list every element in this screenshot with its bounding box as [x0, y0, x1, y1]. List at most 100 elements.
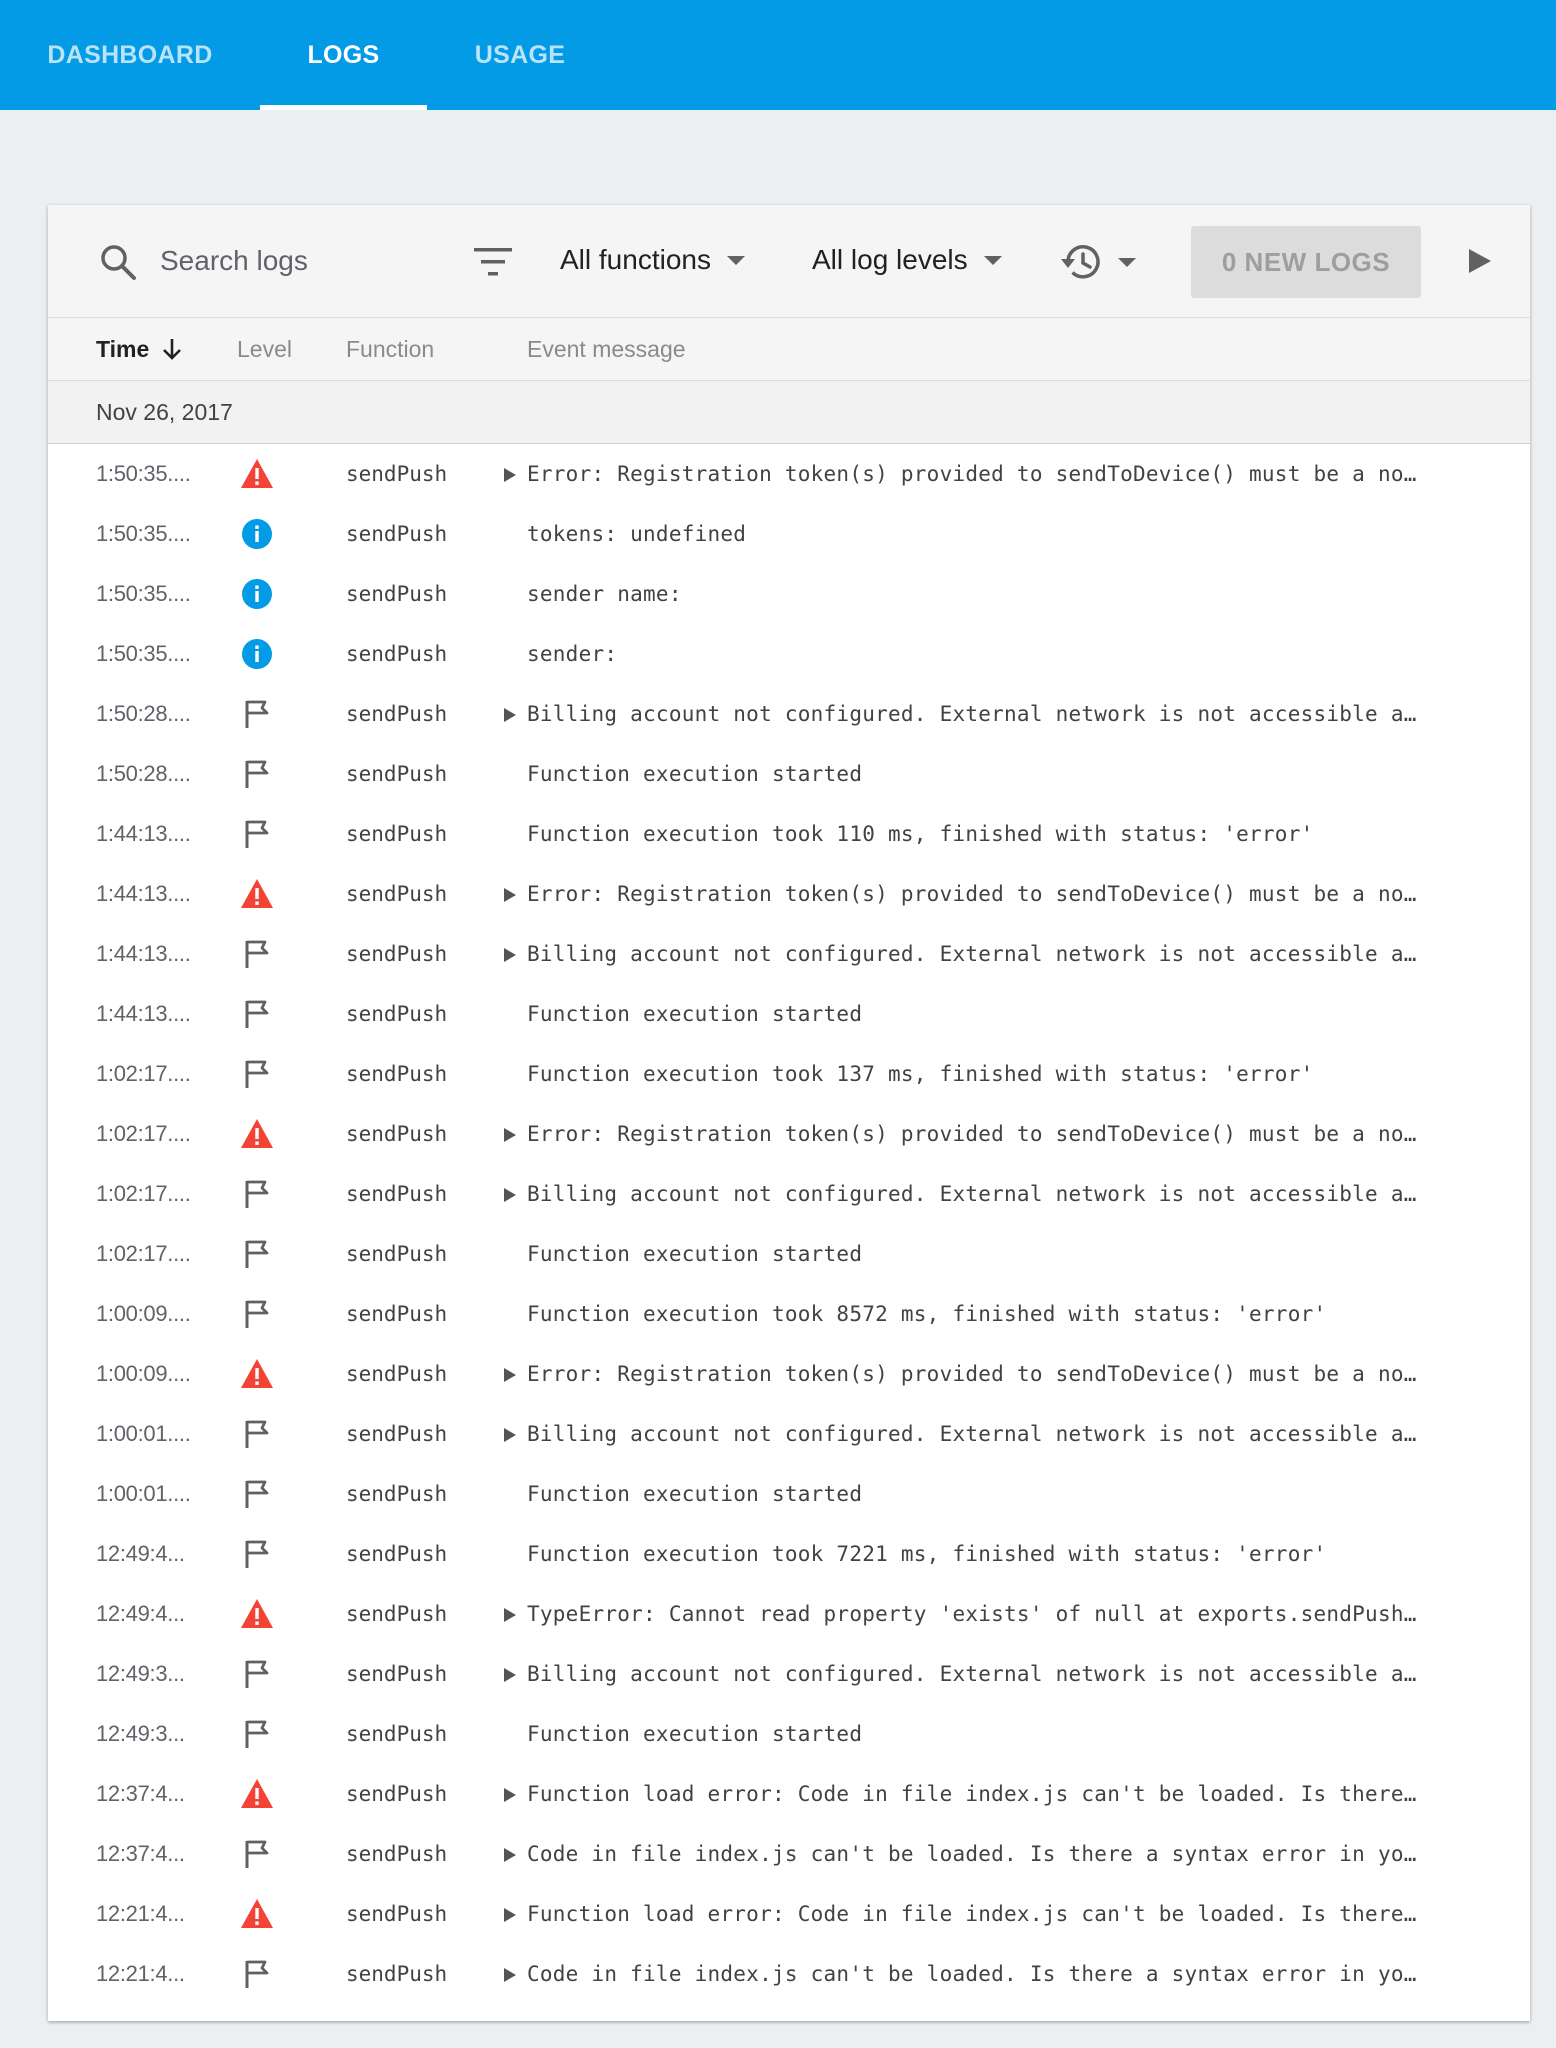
log-message: Function execution started: [527, 1242, 863, 1266]
log-message: Function execution started: [527, 1002, 863, 1026]
log-row[interactable]: 1:44:13.... sendPush Error: Registration t…: [48, 864, 1530, 924]
log-row[interactable]: 12:49:3... sendPush Billing account not co…: [48, 1644, 1530, 1704]
log-row[interactable]: 1:50:35.... sendPush Error: Registration t…: [48, 444, 1530, 504]
flag-icon: [240, 1177, 274, 1211]
log-function: sendPush: [346, 1962, 448, 1986]
flag-icon: [240, 1657, 274, 1691]
log-row[interactable]: 1:02:17.... sendPush Function execution st…: [48, 1224, 1530, 1284]
log-row[interactable]: 1:44:13.... sendPush Billing account not c…: [48, 924, 1530, 984]
log-levels-dropdown[interactable]: All log levels: [812, 235, 1002, 285]
log-message: Function execution took 110 ms, finished…: [527, 822, 1314, 846]
log-message: Code in file index.js can't be loaded. I…: [527, 1962, 1417, 1986]
log-row[interactable]: 12:49:4... sendPush Function execution too…: [48, 1524, 1530, 1584]
log-row[interactable]: 12:21:4... sendPush Code in file index.js …: [48, 1944, 1530, 2004]
time-column-header[interactable]: Time: [96, 318, 185, 380]
time-range-dropdown[interactable]: [1060, 237, 1136, 287]
expand-triangle-icon[interactable]: [504, 1788, 516, 1802]
log-time: 12:37:4...: [96, 1841, 185, 1866]
expand-triangle-icon[interactable]: [504, 1128, 516, 1142]
history-icon: [1061, 245, 1100, 279]
log-message: Billing account not configured. External…: [527, 1182, 1417, 1206]
log-row[interactable]: 1:02:17.... sendPush Billing account not c…: [48, 1164, 1530, 1224]
log-time: 1:50:28....: [96, 761, 191, 786]
log-message: Billing account not configured. External…: [527, 1422, 1417, 1446]
info-circle-icon: [240, 517, 274, 551]
expand-triangle-icon[interactable]: [504, 708, 516, 722]
log-row[interactable]: 1:00:09.... sendPush Error: Registration t…: [48, 1344, 1530, 1404]
warning-triangle-icon: [240, 1897, 274, 1931]
log-function: sendPush: [346, 1122, 448, 1146]
search-icon[interactable]: [98, 242, 138, 282]
log-time: 1:44:13....: [96, 1001, 191, 1026]
log-row[interactable]: 1:00:01.... sendPush Billing account not c…: [48, 1404, 1530, 1464]
log-row[interactable]: 1:50:28.... sendPush Billing account not c…: [48, 684, 1530, 744]
expand-triangle-icon[interactable]: [504, 948, 516, 962]
expand-triangle-icon[interactable]: [504, 1188, 516, 1202]
functions-dropdown[interactable]: All functions: [560, 235, 745, 285]
logs-card: All functions All log levels 0 NEW LOGS …: [48, 205, 1530, 2021]
level-column-header: Level: [237, 318, 292, 380]
search-input[interactable]: [158, 239, 462, 283]
log-row[interactable]: 1:00:09.... sendPush Function execution to…: [48, 1284, 1530, 1344]
active-tab-indicator: [260, 105, 427, 110]
log-row[interactable]: 1:44:13.... sendPush Function execution st…: [48, 984, 1530, 1044]
log-row[interactable]: 1:02:17.... sendPush Error: Registration t…: [48, 1104, 1530, 1164]
expand-triangle-icon[interactable]: [504, 1608, 516, 1622]
filter-icon[interactable]: [472, 245, 514, 279]
log-row[interactable]: 1:50:28.... sendPush Function execution st…: [48, 744, 1530, 804]
warning-triangle-icon: [240, 457, 274, 491]
log-row[interactable]: 12:37:4... sendPush Function load error: C…: [48, 1764, 1530, 1824]
expand-triangle-icon[interactable]: [504, 888, 516, 902]
expand-triangle-icon[interactable]: [504, 1368, 516, 1382]
log-message: Function execution started: [527, 762, 863, 786]
flag-icon: [240, 1957, 274, 1991]
functions-dropdown-label: All functions: [560, 244, 711, 275]
tab-dashboard[interactable]: DASHBOARD: [30, 0, 230, 110]
log-function: sendPush: [346, 1842, 448, 1866]
log-message: Error: Registration token(s) provided to…: [527, 1122, 1417, 1146]
log-row[interactable]: 12:21:4... sendPush Function load error: C…: [48, 1884, 1530, 1944]
warning-triangle-icon: [240, 877, 274, 911]
log-function: sendPush: [346, 822, 448, 846]
flag-icon: [240, 1297, 274, 1331]
tab-usage[interactable]: USAGE: [455, 0, 585, 110]
log-time: 1:44:13....: [96, 941, 191, 966]
function-column-header: Function: [346, 318, 434, 380]
log-row[interactable]: 1:50:35.... sendPush tokens: undefined: [48, 504, 1530, 564]
arrow-down-icon: [163, 339, 182, 360]
warning-triangle-icon: [240, 1117, 274, 1151]
expand-triangle-icon[interactable]: [504, 1428, 516, 1442]
log-row[interactable]: 1:00:01.... sendPush Function execution st…: [48, 1464, 1530, 1524]
log-row[interactable]: 12:49:4... sendPush TypeError: Cannot read…: [48, 1584, 1530, 1644]
tab-logs[interactable]: LOGS: [260, 0, 427, 110]
expand-triangle-icon[interactable]: [504, 1968, 516, 1982]
info-circle-icon: [240, 577, 274, 611]
expand-triangle-icon[interactable]: [504, 1908, 516, 1922]
level-header-label: Level: [237, 335, 292, 362]
expand-triangle-icon[interactable]: [504, 1668, 516, 1682]
log-message: Function execution took 137 ms, finished…: [527, 1062, 1314, 1086]
expand-triangle-icon[interactable]: [504, 468, 516, 482]
log-time: 1:44:13....: [96, 821, 191, 846]
log-row[interactable]: 12:49:3... sendPush Function execution sta…: [48, 1704, 1530, 1764]
log-row[interactable]: 1:44:13.... sendPush Function execution to…: [48, 804, 1530, 864]
log-time: 1:50:28....: [96, 701, 191, 726]
log-row[interactable]: 1:02:17.... sendPush Function execution to…: [48, 1044, 1530, 1104]
tab-dashboard-label: DASHBOARD: [47, 40, 213, 69]
log-row[interactable]: 12:37:4... sendPush Code in file index.js …: [48, 1824, 1530, 1884]
log-function: sendPush: [346, 1602, 448, 1626]
log-row[interactable]: 1:50:35.... sendPush sender name:: [48, 564, 1530, 624]
log-time: 1:02:17....: [96, 1181, 191, 1206]
expand-triangle-icon[interactable]: [504, 1848, 516, 1862]
log-function: sendPush: [346, 462, 448, 486]
log-message: tokens: undefined: [527, 522, 747, 546]
new-logs-button[interactable]: 0 NEW LOGS: [1191, 226, 1421, 298]
log-row[interactable]: 1:50:35.... sendPush sender:: [48, 624, 1530, 684]
warning-triangle-icon: [240, 1357, 274, 1391]
log-time: 1:02:17....: [96, 1121, 191, 1146]
log-time: 1:50:35....: [96, 641, 191, 666]
flag-icon: [240, 757, 274, 791]
play-icon[interactable]: [1458, 241, 1498, 281]
flag-icon: [240, 1057, 274, 1091]
chevron-down-icon: [983, 255, 1002, 265]
